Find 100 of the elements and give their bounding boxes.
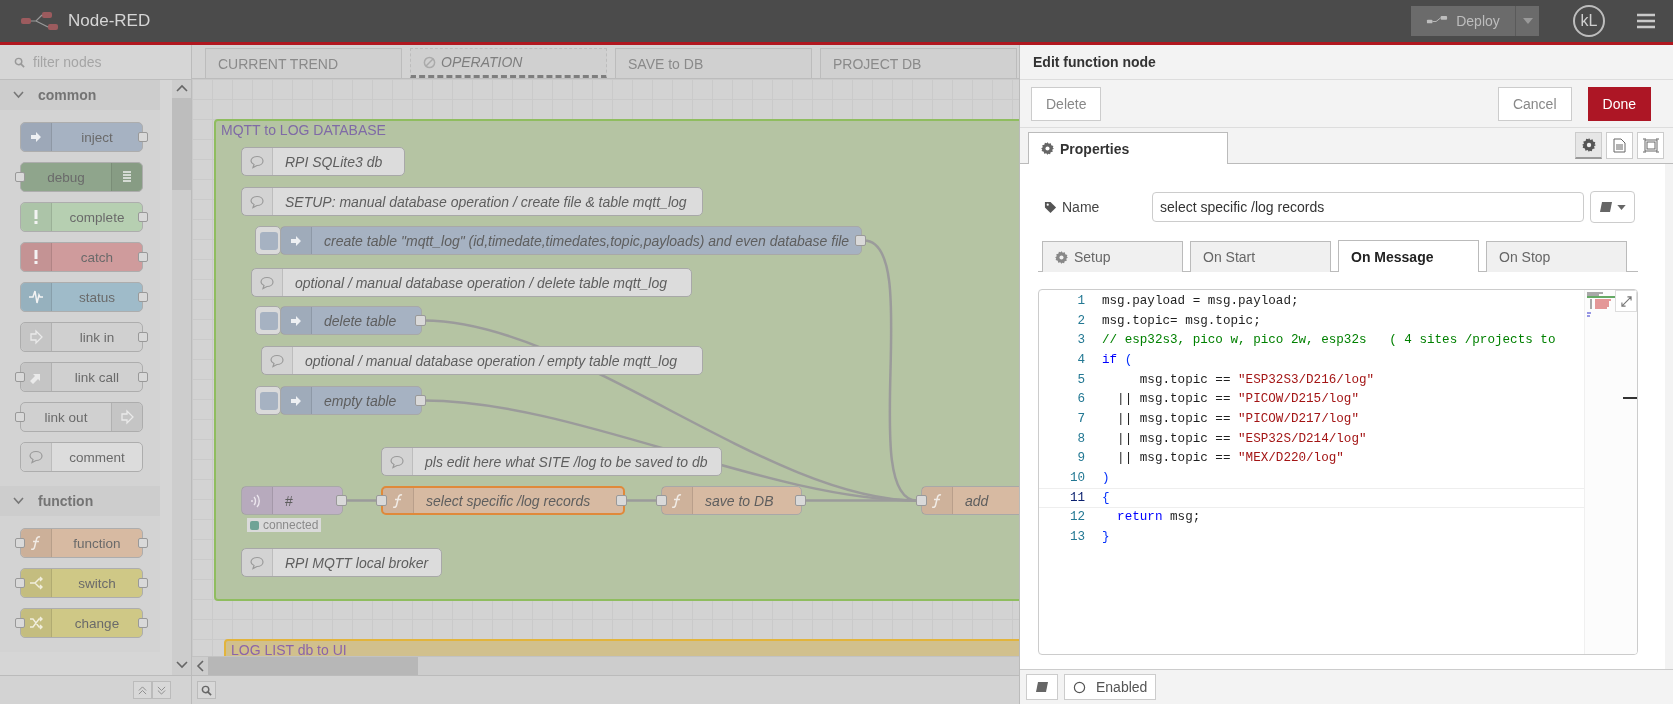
- output-port: [138, 132, 148, 142]
- flow-tab[interactable]: SAVE to DB: [615, 48, 812, 78]
- tray-button[interactable]: Cancel: [1497, 86, 1572, 121]
- palette-node[interactable]: switch: [20, 568, 143, 598]
- note-node[interactable]: RPI SQLite3 db: [241, 147, 405, 176]
- search-button[interactable]: [197, 681, 216, 699]
- line-number: 8: [1076, 431, 1086, 446]
- speech-bubble-icon: [259, 274, 275, 291]
- palette-node[interactable]: function: [20, 528, 143, 558]
- palette-node[interactable]: debug: [20, 162, 143, 192]
- palette-node[interactable]: link out: [20, 402, 143, 432]
- line-number: 7: [1076, 411, 1086, 426]
- palette-node[interactable]: complete: [20, 202, 143, 232]
- line-number: 13: [1068, 530, 1086, 545]
- code-tab[interactable]: On Message: [1338, 240, 1479, 272]
- appearance-tool-button[interactable]: [1637, 132, 1664, 159]
- code-editor[interactable]: [1038, 289, 1638, 655]
- code-line: msg.topic= msg.topic;: [1102, 313, 1261, 328]
- code-line: ): [1102, 471, 1110, 486]
- code-line: || msg.topic == "MEX/D220/log": [1116, 451, 1344, 466]
- speech-bubble-icon: [269, 352, 285, 369]
- output-port: [138, 538, 148, 548]
- settings-icon: [1055, 250, 1068, 264]
- input-port: [656, 495, 667, 506]
- done-button[interactable]: Done: [1587, 86, 1651, 121]
- palette-node[interactable]: change: [20, 608, 143, 638]
- scroll-thumb[interactable]: [172, 98, 191, 190]
- properties-tab[interactable]: Properties: [1028, 132, 1228, 164]
- code-tab[interactable]: On Stop: [1486, 241, 1627, 272]
- code-tab[interactable]: On Start: [1190, 241, 1331, 272]
- note-node[interactable]: optional / manual database operation / delete table mqtt_log: [251, 268, 692, 297]
- scrollbar[interactable]: [172, 80, 191, 675]
- script-node[interactable]: save to DB: [661, 486, 802, 515]
- deploy-menu-button[interactable]: [1515, 6, 1539, 36]
- code-line: return msg;: [1116, 510, 1201, 525]
- name-field[interactable]: select specific /log records: [1152, 192, 1584, 222]
- line-number: 2: [1076, 313, 1086, 328]
- scroll-thumb[interactable]: [208, 657, 418, 675]
- settings-tool-button[interactable]: [1575, 132, 1602, 159]
- output-port: [795, 495, 806, 506]
- note-node[interactable]: optional / manual database operation / empty table mqtt_log: [261, 346, 703, 375]
- library-button[interactable]: [1026, 674, 1058, 700]
- script-node[interactable]: select specific /log records: [381, 486, 625, 515]
- output-port: [415, 315, 426, 326]
- category-header[interactable]: common: [0, 80, 160, 110]
- link-arrow-icon: [119, 409, 135, 425]
- code-line: msg.payload = msg.payload;: [1102, 293, 1299, 308]
- speech-bubble-icon: [249, 193, 265, 210]
- speech-bubble-icon: [249, 554, 265, 571]
- icon-picker-button[interactable]: [1590, 191, 1635, 223]
- code-line: if (: [1102, 352, 1133, 367]
- trigger-node[interactable]: delete table: [280, 306, 422, 335]
- line-number: 6: [1076, 392, 1086, 407]
- shuffle-icon: [28, 615, 44, 631]
- note-node[interactable]: RPI MQTT local broker: [241, 548, 442, 577]
- tray-button[interactable]: Delete: [1031, 86, 1102, 121]
- book-icon: [1599, 201, 1613, 213]
- speech-bubble-icon: [249, 153, 265, 170]
- inject-button[interactable]: [255, 226, 281, 255]
- palette-node[interactable]: comment: [20, 442, 143, 472]
- tray-title: Edit function node: [1020, 45, 1673, 80]
- note-node[interactable]: pls edit here what SITE /log to be saved to db: [381, 447, 722, 476]
- line-number: 11: [1068, 490, 1086, 505]
- inject-button[interactable]: [255, 306, 281, 335]
- code-line: || msg.topic == "PICOW/D215/log": [1116, 392, 1359, 407]
- scrollbar[interactable]: [192, 656, 1019, 675]
- code-tab[interactable]: Setup: [1042, 241, 1183, 272]
- arrow-icon: [28, 129, 44, 145]
- palette-node[interactable]: link in: [20, 322, 143, 352]
- line-number: 9: [1076, 451, 1086, 466]
- output-port: [138, 618, 148, 628]
- category-header[interactable]: function: [0, 486, 160, 516]
- speech-bubble-icon: [389, 453, 405, 470]
- expand-all-button[interactable]: [152, 681, 171, 699]
- note-node[interactable]: SETUP: manual database operation / create file & table mqtt_log: [241, 187, 703, 216]
- line-number: 4: [1076, 352, 1086, 367]
- line-number: 5: [1076, 372, 1086, 387]
- trigger-node[interactable]: create table "mqtt_log" (id,timedate,timedates,topic,payloads) and even database file: [280, 226, 862, 255]
- output-port: [138, 332, 148, 342]
- palette-node[interactable]: status: [20, 282, 143, 312]
- code-line: || msg.topic == "ESP32S/D214/log": [1116, 431, 1367, 446]
- palette-node[interactable]: link call: [20, 362, 143, 392]
- line-number: 3: [1076, 333, 1086, 348]
- trigger-node[interactable]: empty table: [280, 386, 422, 415]
- inject-button[interactable]: [255, 386, 281, 415]
- collapse-all-button[interactable]: [133, 681, 152, 699]
- speech-bubble-icon: [28, 449, 44, 465]
- flow-tab[interactable]: CURRENT TREND: [205, 48, 402, 78]
- name-label: Name: [1062, 199, 1100, 215]
- palette-node[interactable]: inject: [20, 122, 143, 152]
- mqtt-in-node[interactable]: #: [241, 486, 343, 515]
- script-node[interactable]: add: [921, 486, 1019, 515]
- expand-icon: [1620, 295, 1632, 307]
- menu-icon: [1637, 13, 1655, 29]
- palette-node[interactable]: catch: [20, 242, 143, 272]
- user-avatar[interactable]: kL: [1573, 5, 1605, 37]
- enabled-toggle[interactable]: Enabled: [1064, 674, 1157, 700]
- flow-tab[interactable]: PROJECT DB: [820, 48, 1017, 78]
- expand-button[interactable]: [1615, 290, 1637, 312]
- node-link-logo-icon: [20, 11, 60, 31]
